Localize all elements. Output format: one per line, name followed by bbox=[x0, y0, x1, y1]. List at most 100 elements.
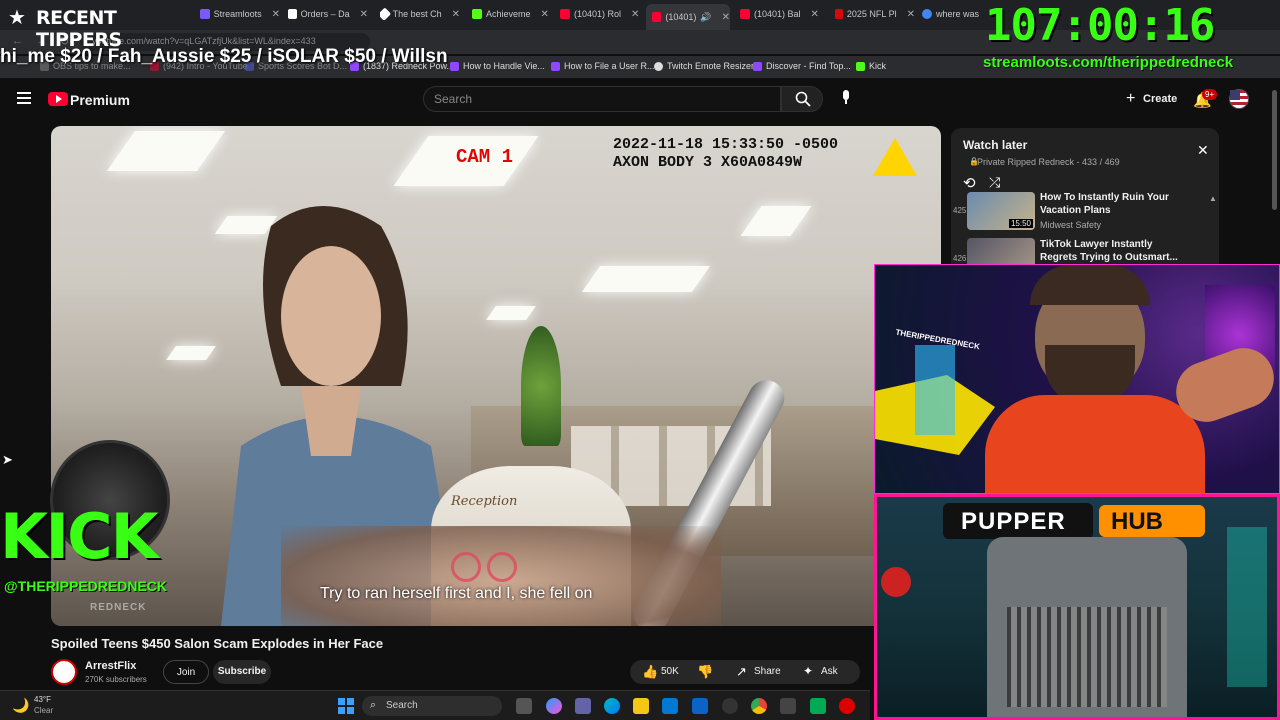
reception-sign: Reception bbox=[451, 494, 518, 509]
store-icon[interactable] bbox=[662, 698, 678, 714]
search-input[interactable]: Search bbox=[423, 86, 781, 112]
channel-name[interactable]: ArrestFlix bbox=[85, 660, 136, 672]
streamer-jersey bbox=[985, 395, 1205, 493]
pupper-hub-logo: PUPPER HUB bbox=[943, 503, 1209, 539]
bookmark-favicon-icon bbox=[856, 61, 865, 71]
teams-icon[interactable] bbox=[575, 698, 591, 714]
bookmark-item[interactable]: Discover - Find Top... bbox=[753, 61, 851, 71]
tab-5-active[interactable]: (10401) 🔊 ✕ bbox=[646, 4, 730, 30]
tab-2[interactable]: The best Ch ✕ bbox=[380, 4, 460, 24]
video-timestamp: 2022-11-18 15:33:50 -0500 bbox=[613, 136, 839, 153]
close-icon[interactable]: ✕ bbox=[811, 9, 819, 20]
tab-favicon-icon bbox=[560, 9, 570, 19]
device-label: AXON BODY 3 X60A0849W bbox=[613, 154, 803, 171]
youtube-premium-label[interactable]: Premium bbox=[70, 92, 130, 108]
share-button[interactable]: Share bbox=[754, 666, 781, 677]
join-button[interactable]: Join bbox=[163, 660, 209, 684]
subscribe-button[interactable]: Subscribe bbox=[213, 660, 271, 684]
ask-button[interactable]: Ask bbox=[821, 666, 838, 677]
shuffle-icon[interactable]: ⤮ bbox=[989, 174, 1000, 191]
outlook-icon[interactable] bbox=[692, 698, 708, 714]
video-title: Spoiled Teens $450 Salon Scam Explodes i… bbox=[51, 636, 384, 651]
speaker-icon[interactable]: 🔊 bbox=[700, 12, 711, 23]
taskbar-search[interactable]: ⌕ Search bbox=[362, 696, 502, 716]
webcam-overlay: THERIPPEDREDNECK bbox=[874, 264, 1280, 494]
file-explorer-icon[interactable] bbox=[633, 698, 649, 714]
video-thumbnail: 15:50 bbox=[967, 192, 1035, 230]
weather-condition: Clear bbox=[34, 706, 54, 715]
ceiling-light bbox=[106, 131, 226, 171]
obs-icon[interactable] bbox=[722, 698, 738, 714]
edge-icon[interactable] bbox=[604, 698, 620, 714]
youtube-logo-icon[interactable] bbox=[48, 92, 68, 106]
watch-later-title[interactable]: Watch later bbox=[963, 138, 1027, 152]
chrome-icon[interactable] bbox=[751, 698, 767, 714]
weather-icon[interactable]: 🌙 bbox=[12, 697, 29, 714]
create-button[interactable]: Create bbox=[1143, 93, 1177, 105]
bookmark-item[interactable]: Kick bbox=[856, 61, 886, 71]
like-icon[interactable]: 👍 bbox=[642, 664, 658, 680]
close-icon[interactable]: ✕ bbox=[722, 12, 730, 23]
tab-favicon-icon bbox=[288, 9, 297, 19]
bookmark-favicon-icon bbox=[450, 61, 459, 71]
search-icon: ⌕ bbox=[370, 699, 377, 711]
microphone-icon[interactable] bbox=[840, 90, 852, 108]
video-subtitle: Try to ran herself first and I, she fell… bbox=[320, 585, 593, 602]
bookmark-item[interactable]: How to Handle Vie... bbox=[450, 61, 545, 71]
tab-0[interactable]: Streamloots ✕ bbox=[200, 4, 280, 24]
tab-4[interactable]: (10401) Rol ✕ bbox=[560, 4, 644, 24]
close-icon[interactable]: ✕ bbox=[1197, 142, 1209, 159]
close-icon[interactable]: ✕ bbox=[452, 9, 460, 20]
tab-6[interactable]: (10401) Bal ✕ bbox=[740, 4, 830, 24]
windows-start-icon[interactable] bbox=[338, 698, 354, 714]
scroll-up-icon[interactable]: ▲ bbox=[1209, 194, 1217, 203]
tab-3[interactable]: Achieveme ✕ bbox=[472, 4, 552, 24]
app-icon[interactable] bbox=[839, 698, 855, 714]
recent-tippers-banner: ★ RECENT TIPPERS bbox=[0, 0, 200, 51]
plant bbox=[521, 326, 561, 446]
loop-icon[interactable]: ⟲ bbox=[963, 174, 976, 192]
close-icon[interactable]: ✕ bbox=[272, 9, 280, 20]
bookmark-item[interactable]: How to File a User R... bbox=[551, 61, 655, 71]
hamburger-menu-icon[interactable] bbox=[17, 92, 31, 104]
bookmark-item[interactable]: Twitch Emote Resizer bbox=[654, 61, 754, 71]
star-icon: ★ bbox=[8, 7, 26, 29]
close-icon[interactable]: ✕ bbox=[541, 9, 549, 20]
search-icon bbox=[795, 91, 811, 107]
ceiling-light bbox=[740, 206, 812, 236]
dislike-icon[interactable]: 👎 bbox=[697, 664, 713, 680]
watch-later-panel: Watch later ✕ 🔒 Private Ripped Redneck -… bbox=[951, 128, 1219, 276]
tab-7[interactable]: 2025 NFL Pl ✕ bbox=[835, 4, 915, 24]
kick-sub-text: REDNECK bbox=[90, 602, 147, 613]
close-icon[interactable]: ✕ bbox=[631, 9, 639, 20]
neon-light bbox=[915, 345, 955, 435]
tipper-ticker: hi_me $20 / Fah_Aussie $25 / iSOLAR $50 … bbox=[0, 46, 448, 67]
close-icon[interactable]: ✕ bbox=[360, 9, 368, 20]
playlist-item[interactable]: 425 15:50 How To Instantly Ruin Your Vac… bbox=[951, 192, 1211, 236]
bookmark-favicon-icon bbox=[654, 61, 663, 71]
tab-1[interactable]: Orders – Da ✕ bbox=[288, 4, 368, 24]
account-avatar[interactable] bbox=[1229, 89, 1249, 109]
channel-avatar[interactable] bbox=[51, 659, 77, 685]
terminal-icon[interactable] bbox=[810, 698, 826, 714]
windows-taskbar: 🌙 43°F Clear ⌕ Search bbox=[0, 690, 870, 720]
tab-favicon-icon bbox=[652, 12, 662, 22]
playlist-item-channel: Midwest Safety bbox=[1040, 220, 1102, 230]
subathon-timer: 107:00:16 bbox=[985, 0, 1215, 51]
task-view-icon[interactable] bbox=[516, 698, 532, 714]
tab-favicon-icon bbox=[200, 9, 210, 19]
search-button[interactable] bbox=[781, 86, 823, 112]
bookmark-favicon-icon bbox=[551, 61, 560, 71]
share-icon[interactable]: ↗ bbox=[736, 664, 747, 680]
page-scrollbar[interactable] bbox=[1272, 90, 1277, 210]
app-icon[interactable] bbox=[780, 698, 796, 714]
ceiling-light bbox=[581, 266, 711, 292]
close-icon[interactable]: ✕ bbox=[907, 9, 915, 20]
weather-temp: 43°F bbox=[34, 695, 51, 704]
cam-label: CAM 1 bbox=[456, 146, 514, 168]
copilot-icon[interactable] bbox=[546, 698, 562, 714]
playlist-meta: Private Ripped Redneck - 433 / 469 bbox=[977, 157, 1120, 167]
sparkle-icon: ✦ bbox=[803, 664, 814, 678]
streamer-hat bbox=[1030, 265, 1150, 305]
tab-favicon-icon bbox=[922, 9, 932, 19]
